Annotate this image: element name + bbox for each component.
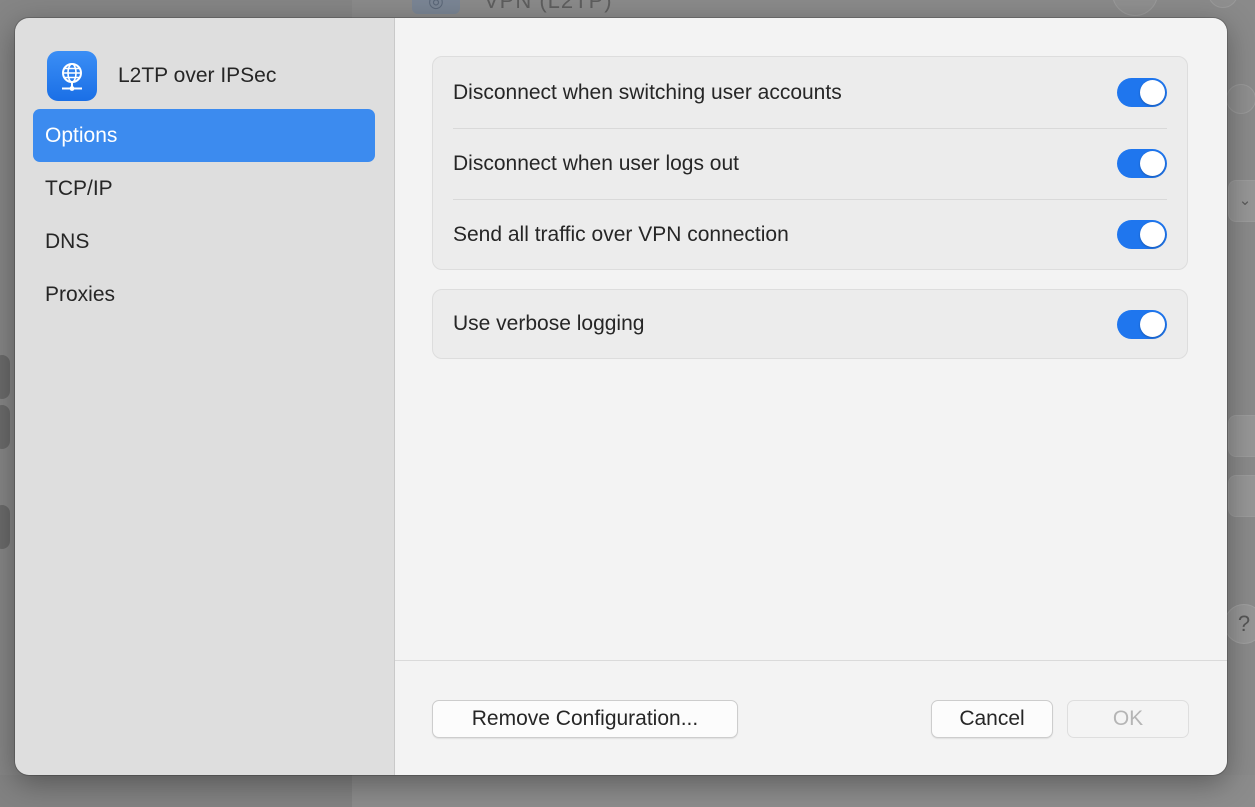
options-pane: Disconnect when switching user accounts … bbox=[395, 18, 1227, 775]
toggle-knob bbox=[1140, 222, 1165, 247]
background-info-icon bbox=[1208, 0, 1238, 8]
background-info-button bbox=[1112, 0, 1158, 16]
verbose-logging-toggle[interactable] bbox=[1117, 309, 1167, 339]
option-row: Use verbose logging bbox=[433, 290, 1187, 358]
background-help-button: ? bbox=[1224, 604, 1255, 644]
vpn-options-sheet: L2TP over IPSec Options TCP/IP DNS Proxi… bbox=[15, 18, 1227, 775]
globe-network-icon bbox=[47, 51, 97, 101]
toggle-knob bbox=[1140, 151, 1165, 176]
background-edge-control-3 bbox=[0, 505, 10, 549]
sidebar-item-proxies[interactable]: Proxies bbox=[33, 268, 375, 321]
option-label-send-all-traffic: Send all traffic over VPN connection bbox=[453, 222, 789, 246]
option-label-switch-accounts: Disconnect when switching user accounts bbox=[453, 80, 842, 104]
remove-configuration-button[interactable]: Remove Configuration... bbox=[432, 700, 738, 738]
background-window-title: VPN (L2TP) bbox=[484, 0, 613, 13]
option-row: Send all traffic over VPN connection bbox=[433, 199, 1187, 270]
toggle-knob bbox=[1140, 311, 1165, 337]
toggle-knob bbox=[1140, 80, 1165, 105]
background-edge-control bbox=[0, 355, 10, 399]
connection-options-group: Disconnect when switching user accounts … bbox=[432, 56, 1188, 270]
send-all-traffic-toggle[interactable] bbox=[1117, 220, 1167, 249]
sidebar-item-tcp-ip[interactable]: TCP/IP bbox=[33, 162, 375, 215]
disconnect-logs-out-toggle[interactable] bbox=[1117, 149, 1167, 178]
disconnect-switching-accounts-toggle[interactable] bbox=[1117, 78, 1167, 107]
option-label-verbose-logging: Use verbose logging bbox=[453, 312, 645, 335]
sidebar-nav: Options TCP/IP DNS Proxies bbox=[33, 109, 375, 321]
sheet-title: L2TP over IPSec bbox=[118, 64, 277, 87]
background-field-2 bbox=[1228, 475, 1255, 517]
background-field bbox=[1228, 415, 1255, 457]
background-info-icon-2 bbox=[1226, 84, 1255, 114]
sidebar-item-options[interactable]: Options bbox=[33, 109, 375, 162]
logging-options-group: Use verbose logging bbox=[432, 289, 1188, 359]
sidebar-item-dns[interactable]: DNS bbox=[33, 215, 375, 268]
footer-divider bbox=[395, 660, 1227, 661]
sheet-sidebar: L2TP over IPSec Options TCP/IP DNS Proxi… bbox=[15, 18, 395, 775]
ok-button[interactable]: OK bbox=[1067, 700, 1189, 738]
sheet-header: L2TP over IPSec bbox=[47, 51, 276, 101]
cancel-button[interactable]: Cancel bbox=[931, 700, 1053, 738]
background-bottom-sidebar bbox=[0, 775, 352, 807]
option-label-logs-out: Disconnect when user logs out bbox=[453, 151, 739, 175]
option-row: Disconnect when user logs out bbox=[433, 128, 1187, 199]
background-vpn-icon: ◎ bbox=[412, 0, 460, 14]
background-popup-button: ⌄ bbox=[1228, 180, 1255, 222]
option-row: Disconnect when switching user accounts bbox=[433, 57, 1187, 128]
background-edge-control-2 bbox=[0, 405, 10, 449]
